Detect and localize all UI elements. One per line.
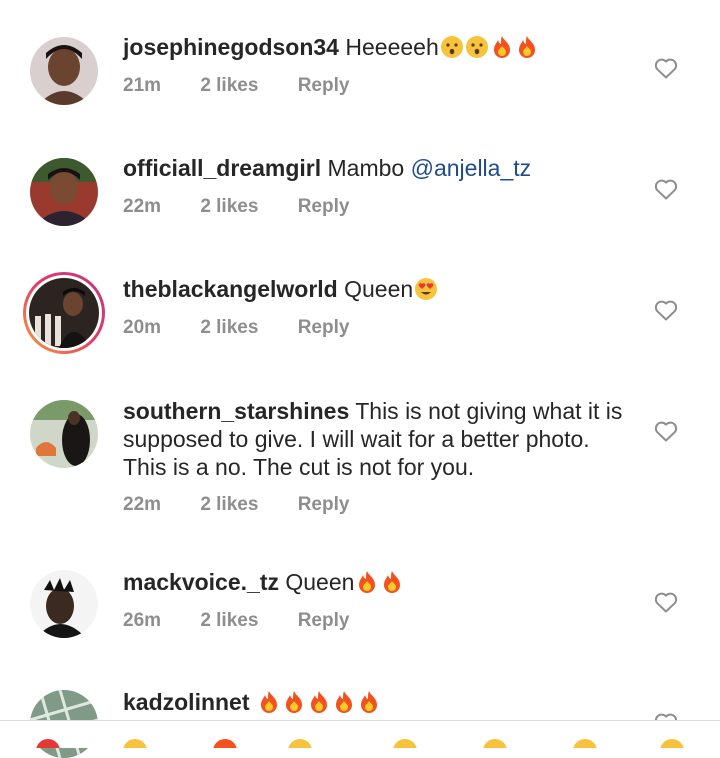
reply-button[interactable]: Reply [298,610,350,631]
comment-text: josephinegodson34 Heeeeeh [123,33,633,61]
heart-outline-icon[interactable] [654,178,678,200]
fire-icon [285,691,302,713]
avatar-ring-gap [26,275,102,351]
comment-time: 22m [123,494,162,515]
reply-button[interactable]: Reply [298,196,350,217]
fire-icon [384,571,401,593]
emoji-reaction-row-icon[interactable] [0,721,720,758]
fire-icon [260,691,277,713]
fire-icon [310,691,327,713]
comment-text: mackvoice._tz Queen [123,568,633,596]
reply-button[interactable]: Reply [298,75,350,96]
heart-eyes-icon [415,278,438,300]
hushed-face-icon [465,36,488,58]
fire-icon [359,571,376,593]
comment-text: officiall_dreamgirl Mambo @anjella_tz [123,154,633,182]
comment-likes[interactable]: 2 likes [200,75,258,96]
fire-icon [335,691,352,713]
comment-time: 20m [123,317,162,338]
comment-text: southern_starshines This is not giving w… [123,397,633,481]
comment-meta: 21m 2 likes Reply [123,75,383,97]
fire-icon [518,36,535,58]
avatar[interactable] [30,570,98,638]
comment-time: 22m [123,196,162,217]
heart-outline-icon[interactable] [654,57,678,79]
comment-text: kadzolinnet [123,688,633,716]
comment-username[interactable]: theblackangelworld [123,276,338,302]
comment-meta: 26m 2 likes Reply [123,610,383,632]
comment-body: Queen [285,569,355,595]
avatar [29,278,99,348]
avatar[interactable] [30,37,98,105]
reply-button[interactable]: Reply [298,317,350,338]
comment-username[interactable]: officiall_dreamgirl [123,155,321,181]
comment-likes[interactable]: 2 likes [200,317,258,338]
comment-body: Queen [344,276,414,302]
comment-body: Heeeeeh [345,34,439,60]
comment-meta: 22m 2 likes Reply [123,494,383,516]
heart-outline-icon[interactable] [654,299,678,321]
comment-body: Mambo [327,155,411,181]
avatar[interactable] [30,400,98,468]
reply-button[interactable]: Reply [298,494,350,515]
mention-link[interactable]: @anjella_tz [411,155,532,181]
fire-icon [493,36,510,58]
comment-time: 21m [123,75,162,96]
comment-username[interactable]: southern_starshines [123,398,349,424]
comment-meta: 20m 2 likes Reply [123,317,383,339]
comment-likes[interactable]: 2 likes [200,610,258,631]
comment-username[interactable]: josephinegodson34 [123,34,339,60]
comment-likes[interactable]: 2 likes [200,196,258,217]
comment-meta: 22m 2 likes Reply [123,196,383,218]
comment-username[interactable]: mackvoice._tz [123,569,279,595]
avatar-story-ring[interactable] [23,272,105,354]
emoji-reaction-bar [0,720,720,758]
comment-text: theblackangelworld Queen [123,275,633,303]
heart-outline-icon[interactable] [654,420,678,442]
hushed-face-icon [440,36,463,58]
avatar[interactable] [30,158,98,226]
comment-username[interactable]: kadzolinnet [123,689,250,715]
fire-icon [360,691,377,713]
heart-outline-icon[interactable] [654,591,678,613]
comment-time: 26m [123,610,162,631]
comment-likes[interactable]: 2 likes [200,494,258,515]
